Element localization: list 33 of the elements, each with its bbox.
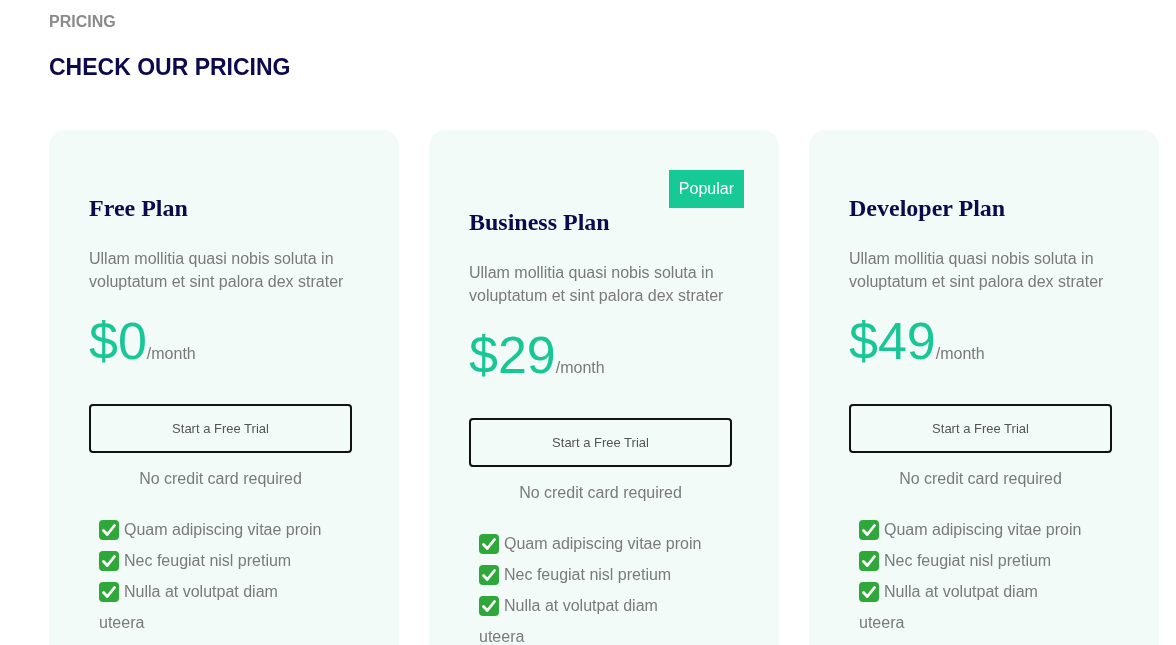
plan-name: Developer Plan	[849, 194, 1006, 222]
feature-text: Nec feugiat nisl pretium	[124, 552, 292, 569]
feature-text: Nulla at volutpat diam	[504, 597, 658, 614]
plan-description: Ullam mollitia quasi nobis soluta in voluptatum et sint palora dex strater	[469, 263, 725, 306]
section-heading: CHECK OUR PRICING	[49, 53, 291, 81]
plan-price: $49	[849, 311, 936, 371]
price-period: /month	[555, 359, 605, 376]
plan-price: $29	[469, 325, 556, 385]
price-period: /month	[146, 345, 196, 362]
feature-text: Nec feugiat nisl pretium	[884, 552, 1052, 569]
feature-text: Nulla at volutpat diam	[884, 583, 1038, 600]
feature-text: Quam adipiscing vitae proin	[124, 521, 322, 538]
free-trial-button[interactable]: Start a Free Trial	[849, 404, 1112, 453]
plan-name: Free Plan	[89, 194, 188, 222]
feature-text: uteera	[859, 614, 905, 631]
popular-tag: Popular	[668, 170, 744, 208]
feature-text: uteera	[99, 614, 145, 631]
plan-note: No credit card required	[898, 469, 1063, 489]
plan-note: No credit card required	[518, 483, 683, 503]
plan-price: $0	[89, 311, 147, 371]
feature-text: Quam adipiscing vitae proin	[884, 521, 1082, 538]
price-period: /month	[935, 345, 985, 362]
plan-note: No credit card required	[138, 469, 303, 489]
section-eyebrow: PRICING	[49, 12, 116, 32]
free-trial-button[interactable]: Start a Free Trial	[469, 418, 732, 467]
free-trial-button[interactable]: Start a Free Trial	[89, 404, 352, 453]
feature-text: Quam adipiscing vitae proin	[504, 535, 702, 552]
feature-text: Nulla at volutpat diam	[124, 583, 278, 600]
feature-text: Nec feugiat nisl pretium	[504, 566, 672, 583]
plan-name: Business Plan	[469, 208, 610, 236]
feature-text: uteera	[479, 628, 525, 645]
plan-description: Ullam mollitia quasi nobis soluta in voluptatum et sint palora dex strater	[849, 249, 1105, 292]
plan-description: Ullam mollitia quasi nobis soluta in voluptatum et sint palora dex strater	[89, 249, 345, 292]
